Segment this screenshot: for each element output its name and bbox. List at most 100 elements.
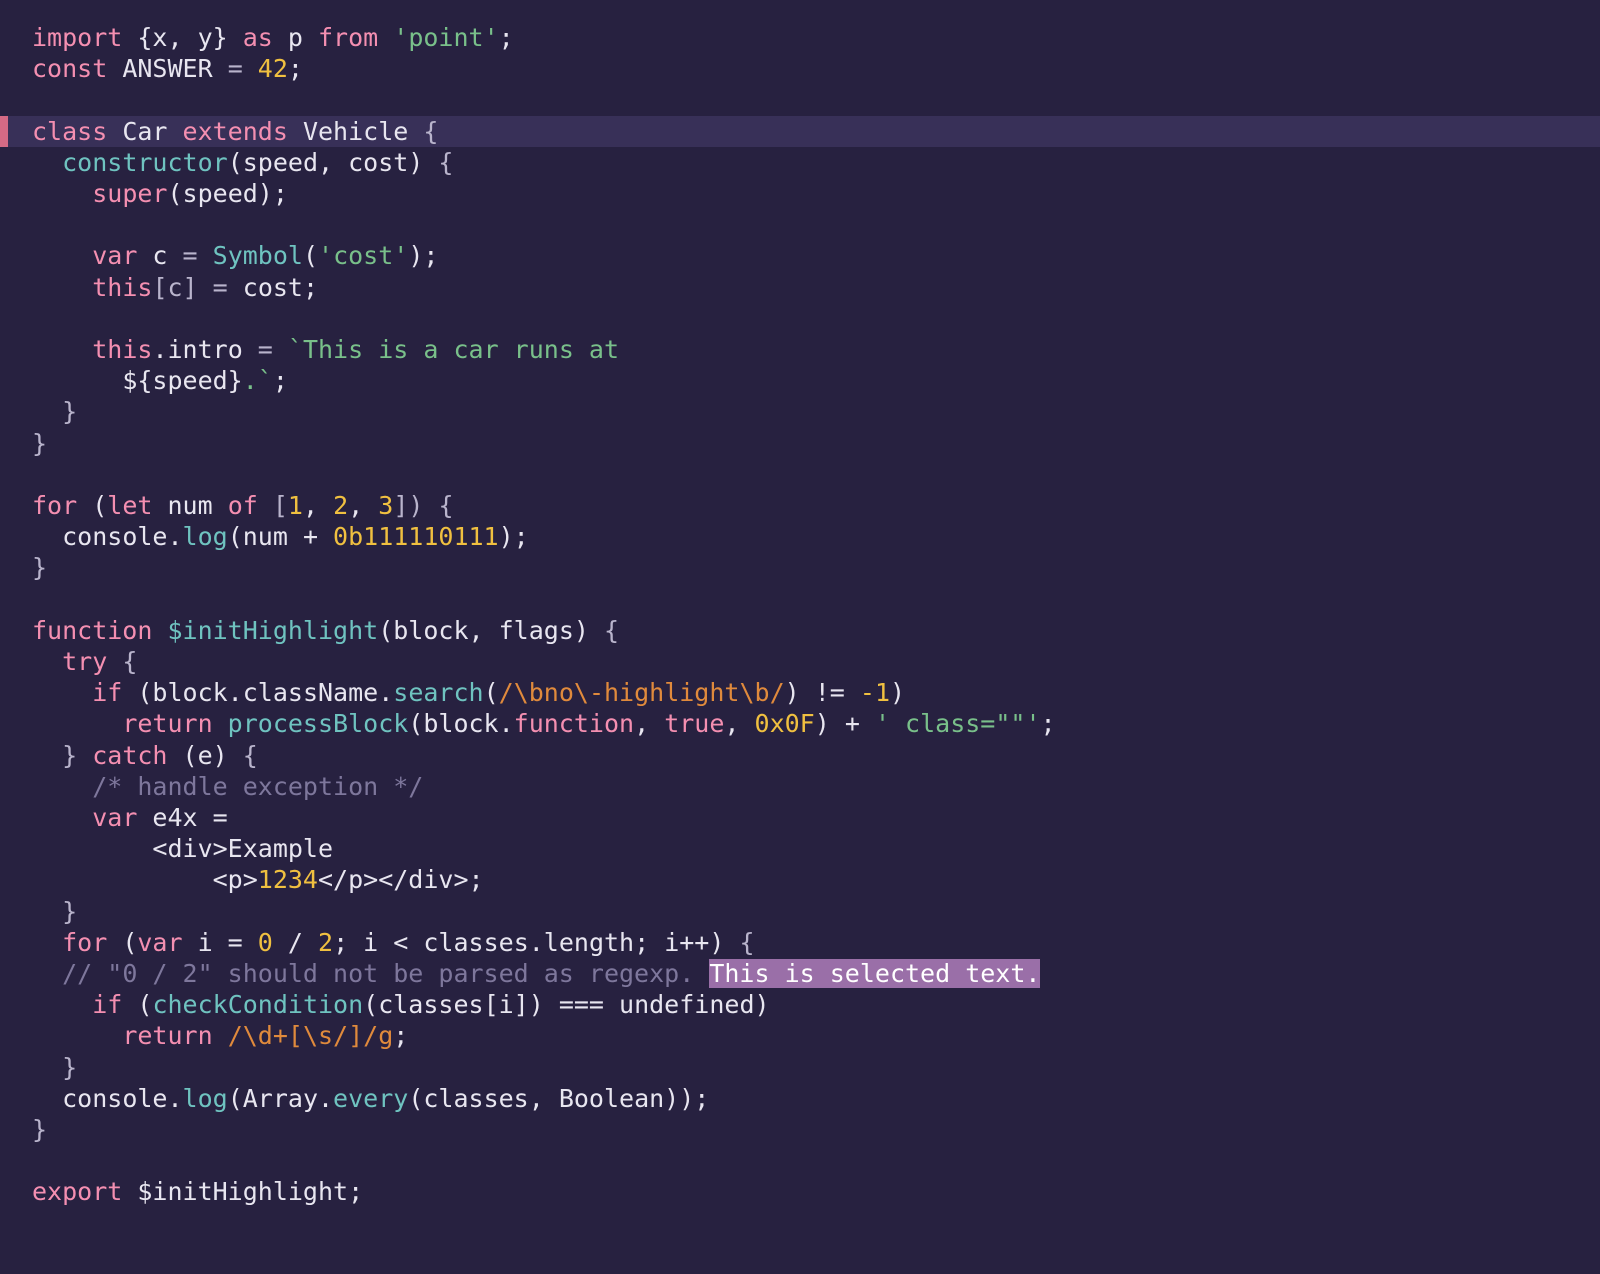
token-function: $initHighlight: [152, 615, 379, 645]
token-plain: (block.className.: [122, 678, 394, 708]
code-line[interactable]: super(speed);: [0, 178, 1600, 209]
code-line[interactable]: return /\d+[\s/]/g;: [0, 1020, 1600, 1051]
code-line[interactable]: <div>Example: [0, 833, 1600, 864]
token-brace: }: [62, 397, 78, 427]
token-plain: .: [167, 522, 183, 552]
token-plain: ,: [348, 490, 379, 520]
token-keyword: function: [32, 615, 153, 645]
token-plain: ,: [634, 709, 665, 739]
token-number: 1234: [257, 865, 318, 895]
token-plain: p: [272, 23, 318, 52]
token-function: log: [182, 522, 228, 552]
token-plain: ; i < classes.length; i++): [333, 927, 740, 957]
code-line[interactable]: }: [0, 896, 1600, 927]
code-line[interactable]: this.intro = `This is a car runs at: [0, 334, 1600, 365]
token-function: checkCondition: [152, 990, 364, 1020]
token-operator: =: [182, 241, 213, 271]
token-brace: }: [62, 740, 93, 770]
token-plain: );: [498, 522, 529, 552]
token-plain: num: [152, 490, 228, 520]
token-number: -1: [859, 678, 890, 708]
token-keyword: if: [92, 990, 123, 1020]
code-line[interactable]: }: [0, 428, 1600, 459]
code-line[interactable]: import {x, y} as p from 'point';: [0, 22, 1600, 53]
token-plain: $initHighlight;: [122, 1177, 364, 1207]
token-keyword: class: [32, 116, 108, 146]
token-plain: (block.: [408, 709, 514, 739]
token-plain: ) +: [814, 709, 875, 739]
token-comment: // "0 / 2" should not be parsed as regex…: [62, 959, 710, 989]
token-plain: (Array.: [227, 1083, 334, 1113]
code-editor[interactable]: import {x, y} as p from 'point'; const AN…: [0, 0, 1600, 1274]
token-object: console: [62, 522, 168, 552]
code-line[interactable]: if (checkCondition(classes[i]) === undef…: [0, 989, 1600, 1020]
code-line[interactable]: export $initHighlight;: [0, 1176, 1600, 1207]
code-line[interactable]: const ANSWER = 42;: [0, 53, 1600, 84]
code-line[interactable]: try {: [0, 646, 1600, 677]
code-line[interactable]: }: [0, 552, 1600, 583]
code-line-blank[interactable]: [0, 459, 1600, 490]
code-line[interactable]: console.log(num + 0b111110111);: [0, 521, 1600, 552]
code-line-blank[interactable]: [0, 209, 1600, 240]
code-line[interactable]: function $initHighlight(block, flags) {: [0, 615, 1600, 646]
token-keyword: import: [32, 23, 123, 52]
code-line[interactable]: if (block.className.search(/\bno\-highli…: [0, 677, 1600, 708]
token-keyword: from: [318, 23, 379, 52]
token-keyword: for: [62, 927, 108, 957]
code-line[interactable]: /* handle exception */: [0, 771, 1600, 802]
token-plain: ;: [498, 23, 514, 52]
token-plain: (: [77, 490, 108, 520]
code-line[interactable]: console.log(Array.every(classes, Boolean…: [0, 1083, 1600, 1114]
token-plain: (: [122, 990, 153, 1020]
token-number: 0: [257, 927, 273, 957]
token-keyword: catch: [92, 740, 168, 770]
code-line[interactable]: }: [0, 1052, 1600, 1083]
code-line[interactable]: var c = Symbol('cost');: [0, 240, 1600, 271]
token-regexp: /\bno\-highlight\b/: [498, 678, 785, 708]
code-line[interactable]: for (var i = 0 / 2; i < classes.length; …: [0, 927, 1600, 958]
token-plain: (e): [167, 740, 243, 770]
token-keyword: this: [92, 334, 153, 364]
code-line[interactable]: <p>1234</p></div>;: [0, 864, 1600, 895]
selected-text[interactable]: This is selected text.: [709, 959, 1041, 989]
token-plain: ): [890, 678, 906, 708]
token-object: console: [62, 1083, 168, 1113]
token-number: 0b111110111: [333, 522, 499, 552]
token-regexp: /\d+[\s/]/g: [227, 1021, 394, 1051]
code-line-highlighted[interactable]: class Car extends Vehicle {: [0, 115, 1600, 148]
code-line[interactable]: // "0 / 2" should not be parsed as regex…: [0, 958, 1600, 989]
code-line[interactable]: for (let num of [1, 2, 3]) {: [0, 490, 1600, 521]
token-string: ' class=""': [874, 709, 1041, 739]
token-plain: ;: [287, 54, 303, 84]
code-line[interactable]: }: [0, 396, 1600, 427]
code-line[interactable]: return processBlock(block.function, true…: [0, 708, 1600, 739]
token-brace: }: [62, 896, 78, 926]
token-number: 1: [287, 490, 303, 520]
token-keyword: try: [62, 646, 108, 676]
code-line-blank[interactable]: [0, 584, 1600, 615]
token-brace: }: [32, 1115, 48, 1145]
code-line-blank[interactable]: [0, 84, 1600, 115]
token-string: 'cost': [318, 241, 409, 271]
code-line[interactable]: ${speed}.`;: [0, 365, 1600, 396]
token-substitution: ${speed}: [122, 366, 243, 396]
token-brace: }: [32, 428, 48, 458]
code-line[interactable]: } catch (e) {: [0, 740, 1600, 771]
code-line[interactable]: constructor(speed, cost) {: [0, 147, 1600, 178]
code-line-blank[interactable]: [0, 303, 1600, 334]
token-plain: ) !=: [784, 678, 860, 708]
code-viewport[interactable]: import {x, y} as p from 'point'; const AN…: [0, 22, 1600, 1208]
token-plain: ]): [393, 490, 439, 520]
token-plain: [c]: [152, 272, 213, 302]
code-line-blank[interactable]: [0, 1145, 1600, 1176]
token-class-name: Vehicle: [287, 116, 424, 146]
code-line[interactable]: this[c] = cost;: [0, 272, 1600, 303]
code-line[interactable]: var e4x =: [0, 802, 1600, 833]
code-line[interactable]: }: [0, 1114, 1600, 1145]
token-brace: {: [603, 615, 620, 645]
token-function: search: [393, 678, 484, 708]
token-plain: ,: [724, 709, 755, 739]
token-keyword: return: [122, 709, 213, 739]
token-plain: );: [408, 241, 439, 271]
